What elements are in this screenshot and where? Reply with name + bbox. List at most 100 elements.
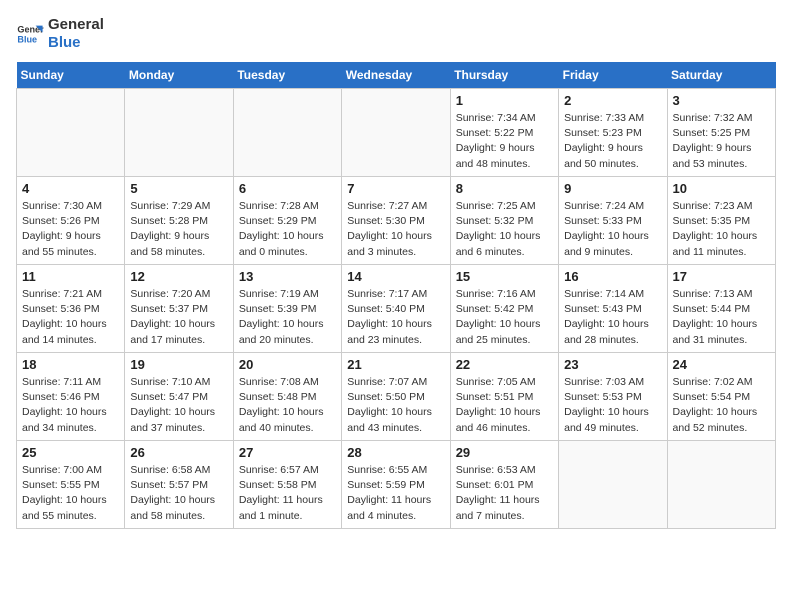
calendar-body: 1Sunrise: 7:34 AMSunset: 5:22 PMDaylight… xyxy=(17,89,776,529)
day-number: 6 xyxy=(239,181,336,196)
weekday-header-saturday: Saturday xyxy=(667,62,775,89)
day-number: 3 xyxy=(673,93,770,108)
day-info: Sunrise: 7:24 AMSunset: 5:33 PMDaylight:… xyxy=(564,199,661,260)
calendar-cell: 12 Sunrise: 7:20 AMSunset: 5:37 PMDayligh… xyxy=(125,265,233,353)
week-row-5: 25 Sunrise: 7:00 AMSunset: 5:55 PMDayligh… xyxy=(17,441,776,529)
day-info: Sunrise: 6:53 AMSunset: 6:01 PMDaylight:… xyxy=(456,463,553,524)
day-info: Sunrise: 7:08 AMSunset: 5:48 PMDaylight:… xyxy=(239,375,336,436)
day-number: 25 xyxy=(22,445,119,460)
week-row-2: 4 Sunrise: 7:30 AMSunset: 5:26 PMDaylight… xyxy=(17,177,776,265)
day-number: 5 xyxy=(130,181,227,196)
day-number: 23 xyxy=(564,357,661,372)
day-info: Sunrise: 7:03 AMSunset: 5:53 PMDaylight:… xyxy=(564,375,661,436)
calendar-table: SundayMondayTuesdayWednesdayThursdayFrid… xyxy=(16,62,776,529)
page-header: General Blue General Blue xyxy=(16,16,776,52)
day-info: Sunrise: 7:34 AMSunset: 5:22 PMDaylight:… xyxy=(456,111,553,172)
calendar-header: SundayMondayTuesdayWednesdayThursdayFrid… xyxy=(17,62,776,89)
calendar-cell xyxy=(125,89,233,177)
day-info: Sunrise: 7:07 AMSunset: 5:50 PMDaylight:… xyxy=(347,375,444,436)
calendar-cell: 1Sunrise: 7:34 AMSunset: 5:22 PMDaylight… xyxy=(450,89,558,177)
day-number: 12 xyxy=(130,269,227,284)
calendar-cell: 15 Sunrise: 7:16 AMSunset: 5:42 PMDayligh… xyxy=(450,265,558,353)
day-info: Sunrise: 7:28 AMSunset: 5:29 PMDaylight:… xyxy=(239,199,336,260)
calendar-cell: 25 Sunrise: 7:00 AMSunset: 5:55 PMDayligh… xyxy=(17,441,125,529)
day-number: 11 xyxy=(22,269,119,284)
day-number: 14 xyxy=(347,269,444,284)
calendar-cell: 17 Sunrise: 7:13 AMSunset: 5:44 PMDayligh… xyxy=(667,265,775,353)
day-info: Sunrise: 7:25 AMSunset: 5:32 PMDaylight:… xyxy=(456,199,553,260)
day-info: Sunrise: 7:27 AMSunset: 5:30 PMDaylight:… xyxy=(347,199,444,260)
week-row-3: 11 Sunrise: 7:21 AMSunset: 5:36 PMDayligh… xyxy=(17,265,776,353)
calendar-cell: 10Sunrise: 7:23 AMSunset: 5:35 PMDayligh… xyxy=(667,177,775,265)
calendar-cell: 3 Sunrise: 7:32 AMSunset: 5:25 PMDaylight… xyxy=(667,89,775,177)
calendar-cell: 13Sunrise: 7:19 AMSunset: 5:39 PMDayligh… xyxy=(233,265,341,353)
day-info: Sunrise: 7:30 AMSunset: 5:26 PMDaylight:… xyxy=(22,199,119,260)
weekday-row: SundayMondayTuesdayWednesdayThursdayFrid… xyxy=(17,62,776,89)
day-info: Sunrise: 6:55 AMSunset: 5:59 PMDaylight:… xyxy=(347,463,444,524)
logo-icon: General Blue xyxy=(16,20,44,48)
day-info: Sunrise: 6:58 AMSunset: 5:57 PMDaylight:… xyxy=(130,463,227,524)
day-info: Sunrise: 7:21 AMSunset: 5:36 PMDaylight:… xyxy=(22,287,119,348)
svg-text:Blue: Blue xyxy=(17,34,37,44)
calendar-cell: 24Sunrise: 7:02 AMSunset: 5:54 PMDayligh… xyxy=(667,353,775,441)
calendar-cell xyxy=(17,89,125,177)
day-info: Sunrise: 6:57 AMSunset: 5:58 PMDaylight:… xyxy=(239,463,336,524)
day-number: 8 xyxy=(456,181,553,196)
weekday-header-friday: Friday xyxy=(559,62,667,89)
day-info: Sunrise: 7:33 AMSunset: 5:23 PMDaylight:… xyxy=(564,111,661,172)
calendar-cell: 19 Sunrise: 7:10 AMSunset: 5:47 PMDayligh… xyxy=(125,353,233,441)
calendar-cell: 11 Sunrise: 7:21 AMSunset: 5:36 PMDayligh… xyxy=(17,265,125,353)
day-number: 4 xyxy=(22,181,119,196)
weekday-header-thursday: Thursday xyxy=(450,62,558,89)
day-number: 17 xyxy=(673,269,770,284)
calendar-cell: 7 Sunrise: 7:27 AMSunset: 5:30 PMDaylight… xyxy=(342,177,450,265)
calendar-cell xyxy=(233,89,341,177)
day-number: 22 xyxy=(456,357,553,372)
calendar-cell: 5 Sunrise: 7:29 AMSunset: 5:28 PMDaylight… xyxy=(125,177,233,265)
calendar-cell: 4 Sunrise: 7:30 AMSunset: 5:26 PMDaylight… xyxy=(17,177,125,265)
day-info: Sunrise: 7:16 AMSunset: 5:42 PMDaylight:… xyxy=(456,287,553,348)
weekday-header-sunday: Sunday xyxy=(17,62,125,89)
calendar-cell: 9 Sunrise: 7:24 AMSunset: 5:33 PMDaylight… xyxy=(559,177,667,265)
calendar-cell: 26 Sunrise: 6:58 AMSunset: 5:57 PMDayligh… xyxy=(125,441,233,529)
logo: General Blue General Blue xyxy=(16,16,104,52)
calendar-cell: 14 Sunrise: 7:17 AMSunset: 5:40 PMDayligh… xyxy=(342,265,450,353)
day-number: 19 xyxy=(130,357,227,372)
calendar-cell: 6 Sunrise: 7:28 AMSunset: 5:29 PMDaylight… xyxy=(233,177,341,265)
day-number: 26 xyxy=(130,445,227,460)
day-number: 28 xyxy=(347,445,444,460)
day-info: Sunrise: 7:20 AMSunset: 5:37 PMDaylight:… xyxy=(130,287,227,348)
calendar-cell: 20Sunrise: 7:08 AMSunset: 5:48 PMDayligh… xyxy=(233,353,341,441)
calendar-cell: 16Sunrise: 7:14 AMSunset: 5:43 PMDayligh… xyxy=(559,265,667,353)
day-number: 2 xyxy=(564,93,661,108)
calendar-cell xyxy=(559,441,667,529)
calendar-cell xyxy=(667,441,775,529)
day-info: Sunrise: 7:00 AMSunset: 5:55 PMDaylight:… xyxy=(22,463,119,524)
calendar-cell: 28 Sunrise: 6:55 AMSunset: 5:59 PMDayligh… xyxy=(342,441,450,529)
calendar-cell: 22 Sunrise: 7:05 AMSunset: 5:51 PMDayligh… xyxy=(450,353,558,441)
day-info: Sunrise: 7:10 AMSunset: 5:47 PMDaylight:… xyxy=(130,375,227,436)
day-number: 21 xyxy=(347,357,444,372)
calendar-cell: 8 Sunrise: 7:25 AMSunset: 5:32 PMDaylight… xyxy=(450,177,558,265)
day-number: 27 xyxy=(239,445,336,460)
day-info: Sunrise: 7:17 AMSunset: 5:40 PMDaylight:… xyxy=(347,287,444,348)
day-number: 24 xyxy=(673,357,770,372)
day-number: 9 xyxy=(564,181,661,196)
day-number: 13 xyxy=(239,269,336,284)
day-number: 29 xyxy=(456,445,553,460)
day-info: Sunrise: 7:32 AMSunset: 5:25 PMDaylight:… xyxy=(673,111,770,172)
calendar-cell: 18Sunrise: 7:11 AMSunset: 5:46 PMDayligh… xyxy=(17,353,125,441)
day-info: Sunrise: 7:13 AMSunset: 5:44 PMDaylight:… xyxy=(673,287,770,348)
calendar-cell: 23 Sunrise: 7:03 AMSunset: 5:53 PMDayligh… xyxy=(559,353,667,441)
calendar-cell xyxy=(342,89,450,177)
day-number: 7 xyxy=(347,181,444,196)
day-info: Sunrise: 7:23 AMSunset: 5:35 PMDaylight:… xyxy=(673,199,770,260)
day-number: 15 xyxy=(456,269,553,284)
day-info: Sunrise: 7:29 AMSunset: 5:28 PMDaylight:… xyxy=(130,199,227,260)
day-info: Sunrise: 7:14 AMSunset: 5:43 PMDaylight:… xyxy=(564,287,661,348)
calendar-cell: 29 Sunrise: 6:53 AMSunset: 6:01 PMDayligh… xyxy=(450,441,558,529)
logo-blue: Blue xyxy=(48,34,81,51)
calendar-cell: 2 Sunrise: 7:33 AMSunset: 5:23 PMDaylight… xyxy=(559,89,667,177)
weekday-header-tuesday: Tuesday xyxy=(233,62,341,89)
day-info: Sunrise: 7:05 AMSunset: 5:51 PMDaylight:… xyxy=(456,375,553,436)
